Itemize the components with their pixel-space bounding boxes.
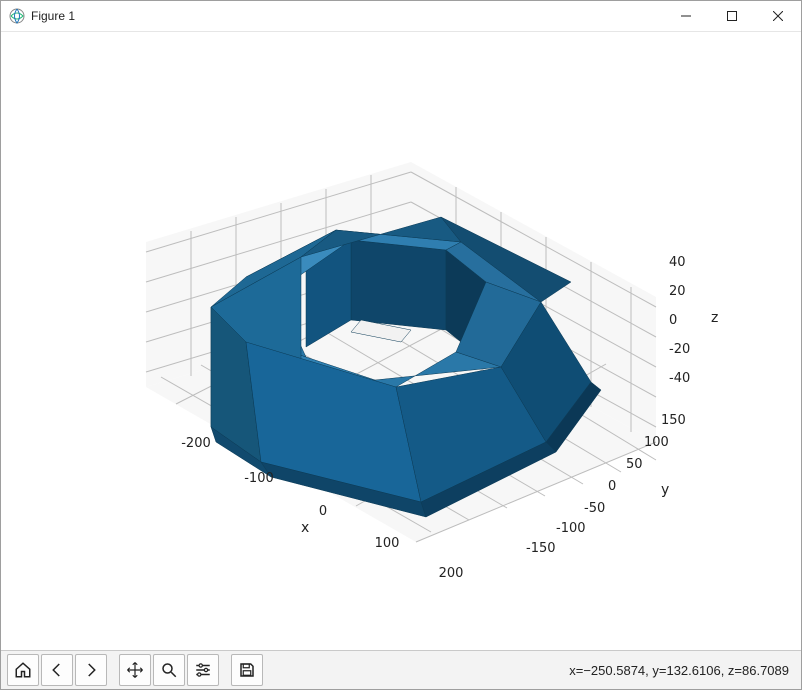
- forward-button[interactable]: [75, 654, 107, 686]
- maximize-icon: [727, 11, 737, 21]
- z-tick-20: 20: [669, 284, 686, 299]
- window-title: Figure 1: [31, 9, 75, 23]
- titlebar: Figure 1: [1, 1, 801, 32]
- pan-button[interactable]: [119, 654, 151, 686]
- y-tick--100: -100: [556, 521, 586, 536]
- close-icon: [773, 11, 783, 21]
- sliders-icon: [194, 661, 212, 679]
- cursor-coordinates: x=−250.5874, y=132.6106, z=86.7089: [569, 663, 795, 678]
- z-tick-40: 40: [669, 255, 686, 270]
- z-tick-labels: -40 -20 0 20 40: [669, 255, 690, 386]
- zoom-icon: [160, 661, 178, 679]
- configure-subplots-button[interactable]: [187, 654, 219, 686]
- x-tick--200: -200: [181, 436, 211, 451]
- y-axis-label: y: [661, 482, 669, 498]
- z-tick-0: 0: [669, 313, 677, 328]
- axes-3d[interactable]: -200 -100 0 100 200 x -150 -100 -50 0 50…: [1, 32, 801, 650]
- z-tick--40: -40: [669, 371, 690, 386]
- plot-area[interactable]: -200 -100 0 100 200 x -150 -100 -50 0 50…: [1, 32, 801, 650]
- y-tick--150: -150: [526, 541, 556, 556]
- x-tick-100: 100: [375, 536, 400, 551]
- z-tick--20: -20: [669, 342, 690, 357]
- home-icon: [14, 661, 32, 679]
- maximize-button[interactable]: [709, 1, 755, 31]
- figure-window: Figure 1: [0, 0, 802, 690]
- navigation-toolbar: x=−250.5874, y=132.6106, z=86.7089: [1, 650, 801, 689]
- x-axis-label: x: [301, 520, 309, 536]
- zoom-button[interactable]: [153, 654, 185, 686]
- back-button[interactable]: [41, 654, 73, 686]
- y-tick-150: 150: [661, 413, 686, 428]
- arrow-left-icon: [48, 661, 66, 679]
- app-icon: [9, 8, 25, 24]
- x-tick--100: -100: [244, 471, 274, 486]
- home-button[interactable]: [7, 654, 39, 686]
- save-icon: [238, 661, 256, 679]
- move-icon: [126, 661, 144, 679]
- y-tick-100: 100: [644, 435, 669, 450]
- save-button[interactable]: [231, 654, 263, 686]
- close-button[interactable]: [755, 1, 801, 31]
- x-tick-0: 0: [319, 504, 327, 519]
- z-axis-label: z: [711, 310, 718, 326]
- minimize-button[interactable]: [663, 1, 709, 31]
- arrow-right-icon: [82, 661, 100, 679]
- minimize-icon: [681, 11, 691, 21]
- y-tick--50: -50: [584, 501, 605, 516]
- y-tick-50: 50: [626, 457, 643, 472]
- x-tick-200: 200: [439, 566, 464, 581]
- y-tick-0: 0: [608, 479, 616, 494]
